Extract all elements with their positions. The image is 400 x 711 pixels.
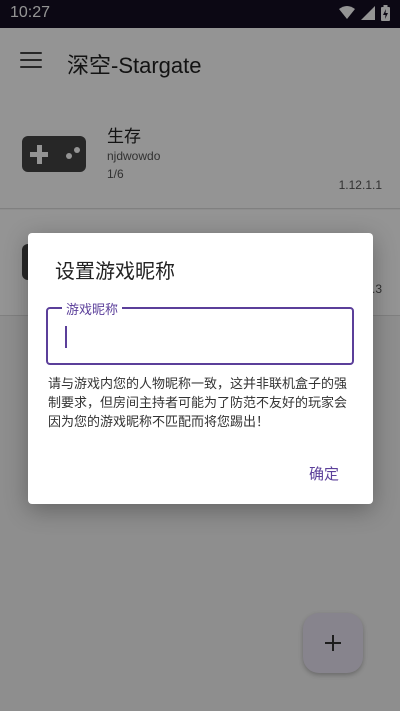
confirm-button[interactable]: 确定 (309, 463, 339, 484)
text-cursor (65, 326, 67, 348)
nickname-dialog: 设置游戏昵称 游戏昵称 请与游戏内您的人物昵称一致，这并非联机盒子的强制要求，但… (28, 233, 373, 504)
nickname-input[interactable] (62, 323, 332, 347)
dialog-message: 请与游戏内您的人物昵称一致，这并非联机盒子的强制要求，但房间主持者可能为了防范不… (48, 377, 348, 430)
nickname-field[interactable]: 游戏昵称 (46, 299, 354, 365)
nickname-field-label: 游戏昵称 (62, 299, 123, 318)
dialog-title: 设置游戏昵称 (55, 259, 175, 283)
